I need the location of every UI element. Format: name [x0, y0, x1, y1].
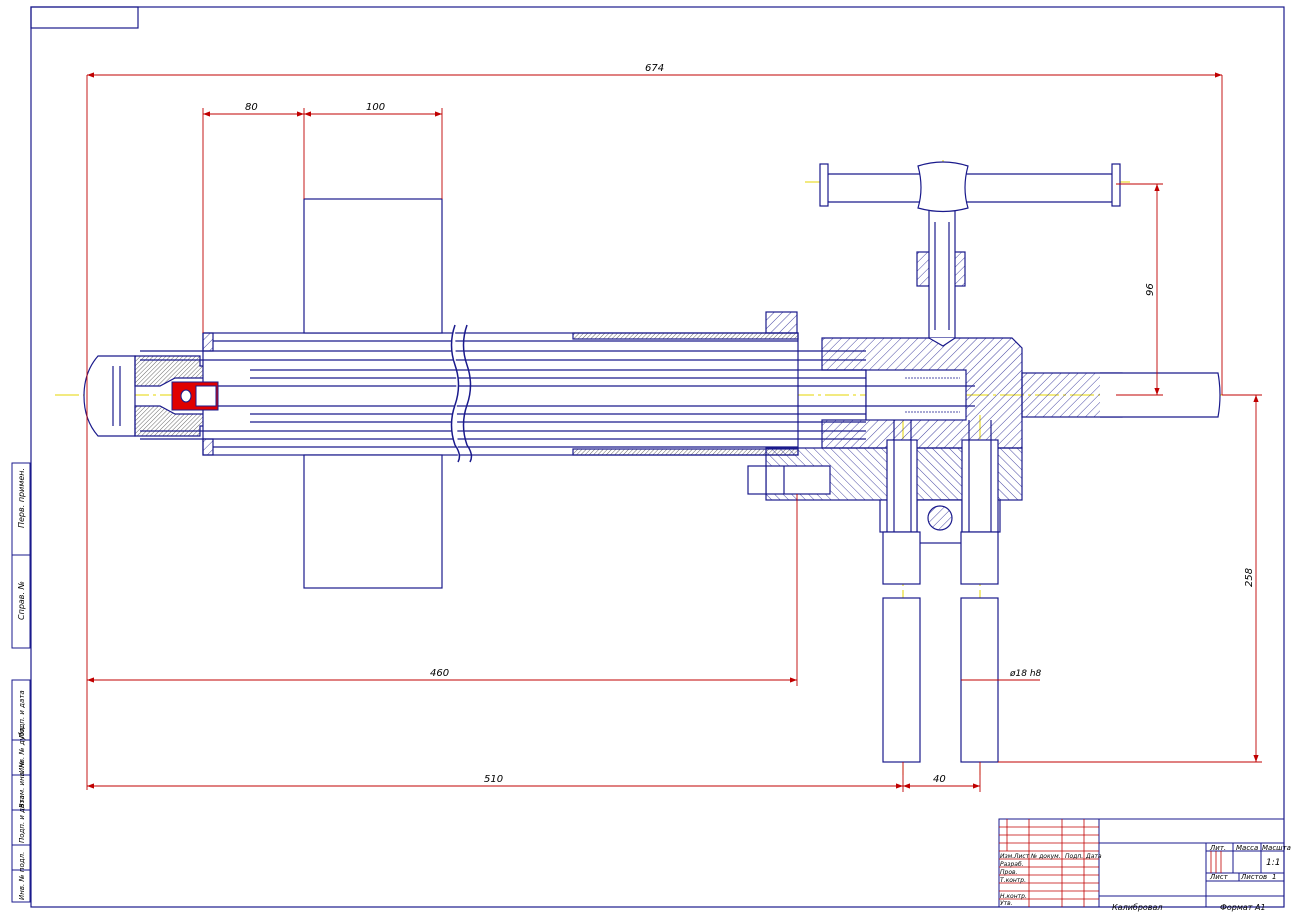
tb-row-developed: Разраб.: [1000, 861, 1024, 868]
tb-row-approved: Утв.: [1000, 900, 1013, 907]
tb-sheets-value: 1: [1272, 873, 1276, 881]
centerlines: [55, 160, 1235, 775]
tb-lit-label: Лит.: [1209, 844, 1226, 852]
title-block-grid: [999, 819, 1222, 907]
tb-col-doc: № докум.: [1030, 853, 1061, 860]
ball-detail: [171, 381, 219, 411]
tb-col-sign: Подп.: [1065, 853, 1083, 860]
tb-scale-value: 1:1: [1266, 858, 1280, 868]
side-stamp-orig-inv: Инв. № подл.: [18, 852, 26, 900]
dim-disc-width: 100: [366, 102, 385, 113]
tb-mass-label: Масса: [1236, 844, 1258, 852]
technical-drawing: Перв. примен. Справ. № Подп. и дата Инв.…: [11, 6, 1291, 912]
tb-row-checked: Пров.: [1000, 869, 1018, 876]
dim-sleeve-offset: 80: [245, 102, 258, 113]
tb-row-norm-control: Н.контр.: [1000, 893, 1027, 900]
side-stamp-ref-no: Справ. №: [17, 581, 26, 620]
dim-leg-spacing: 40: [933, 774, 946, 785]
dim-to-clamp: 460: [430, 668, 449, 679]
title-block: [998, 818, 1285, 908]
dim-leg-diameter: ø18 h8: [1009, 669, 1042, 679]
dim-handle-height: 96: [1145, 283, 1156, 296]
tb-scale-label: Масштаб: [1262, 844, 1291, 852]
side-stamp-sign-date-2: Подп. и дата: [18, 795, 26, 843]
tb-col-date: Дата: [1085, 853, 1102, 860]
dim-leg-height: 258: [1244, 568, 1255, 587]
tb-sheets-label: Листов: [1240, 873, 1267, 881]
tb-sheet-label: Лист: [1209, 873, 1229, 881]
dim-overall-length: 674: [645, 63, 664, 74]
tb-col-change: Изм.: [1000, 853, 1014, 860]
tb-col-sheet: Лист: [1013, 853, 1030, 860]
tb-row-tech-control: Т.контр.: [1000, 877, 1026, 884]
tb-format: Формат А1: [1220, 903, 1266, 912]
dim-to-leg: 510: [484, 774, 503, 785]
assembly-outline: [83, 161, 1221, 763]
tb-title: Калибровал: [1112, 903, 1163, 912]
sheet-frame: [30, 6, 1285, 908]
side-stamp-first-use: Перв. примен.: [17, 468, 26, 528]
